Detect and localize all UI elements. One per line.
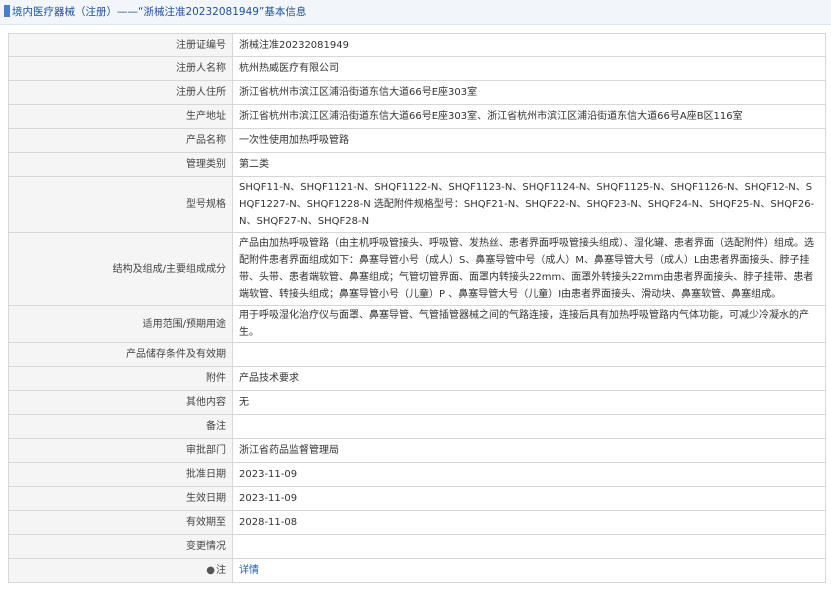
model-spec-value: SHQF11-N、SHQF1121-N、SHQF1122-N、SHQF1123-…	[232, 176, 826, 233]
row-label: 生效日期	[8, 486, 233, 511]
attachment-value: 产品技术要求	[232, 366, 826, 391]
table-row: 型号规格 SHQF11-N、SHQF1121-N、SHQF1122-N、SHQF…	[8, 176, 826, 233]
table-row: ●注 详情	[8, 558, 826, 583]
row-label: 管理类别	[8, 152, 233, 177]
pushpin-icon: ●	[206, 565, 215, 576]
approval-date-value: 2023-11-09	[232, 462, 826, 487]
row-label: 附件	[8, 366, 233, 391]
product-name-value: 一次性使用加热呼吸管路	[232, 128, 826, 153]
table-row: 结构及组成/主要组成成分 产品由加热呼吸管路（由主机呼吸管接头、呼吸管、发热丝、…	[8, 232, 826, 306]
table-row: 其他内容 无	[8, 390, 826, 415]
row-label: 审批部门	[8, 438, 233, 463]
row-label: 型号规格	[8, 176, 233, 233]
row-label: 批准日期	[8, 462, 233, 487]
table-row: 管理类别 第二类	[8, 152, 826, 177]
note-label-cell: ●注	[8, 558, 233, 583]
row-label: 注册人住所	[8, 80, 233, 105]
info-table-wrapper: 注册证编号 浙械注准20232081949 注册人名称 杭州热威医疗有限公司 注…	[8, 33, 826, 583]
table-row: 生产地址 浙江省杭州市滨江区浦沿街道东信大道66号E座303室、浙江省杭州市滨江…	[8, 104, 826, 129]
production-address-value: 浙江省杭州市滨江区浦沿街道东信大道66号E座303室、浙江省杭州市滨江区浦沿街道…	[232, 104, 826, 129]
table-row: 注册证编号 浙械注准20232081949	[8, 33, 826, 57]
row-label: 产品名称	[8, 128, 233, 153]
details-link[interactable]: 详情	[239, 565, 259, 576]
table-row: 生效日期 2023-11-09	[8, 486, 826, 511]
table-row: 注册人住所 浙江省杭州市滨江区浦沿街道东信大道66号E座303室	[8, 80, 826, 105]
page-header: 境内医疗器械（注册）——“浙械注准20232081949”基本信息	[0, 0, 831, 25]
management-class-value: 第二类	[232, 152, 826, 177]
row-label: 生产地址	[8, 104, 233, 129]
row-label: 有效期至	[8, 510, 233, 535]
change-info-value	[232, 534, 826, 559]
other-content-value: 无	[232, 390, 826, 415]
title-marker-icon	[4, 5, 10, 17]
table-row: 审批部门 浙江省药品监督管理局	[8, 438, 826, 463]
row-label: 结构及组成/主要组成成分	[8, 232, 233, 306]
registration-number-value: 浙械注准20232081949	[232, 33, 826, 57]
row-label: 注册证编号	[8, 33, 233, 57]
row-label: 其他内容	[8, 390, 233, 415]
table-row: 产品储存条件及有效期	[8, 342, 826, 367]
table-row: 有效期至 2028-11-08	[8, 510, 826, 535]
table-row: 变更情况	[8, 534, 826, 559]
structure-composition-value: 产品由加热呼吸管路（由主机呼吸管接头、呼吸管、发热丝、患者界面呼吸管接头组成）、…	[232, 232, 826, 306]
registrant-name-value: 杭州热威医疗有限公司	[232, 56, 826, 81]
row-label: 产品储存条件及有效期	[8, 342, 233, 367]
storage-validity-value	[232, 342, 826, 367]
registrant-address-value: 浙江省杭州市滨江区浦沿街道东信大道66号E座303室	[232, 80, 826, 105]
effective-date-value: 2023-11-09	[232, 486, 826, 511]
row-label: 适用范围/预期用途	[8, 305, 233, 343]
intended-use-value: 用于呼吸湿化治疗仪与面罩、鼻塞导管、气管插管器械之间的气路连接，连接后具有加热呼…	[232, 305, 826, 343]
table-row: 备注	[8, 414, 826, 439]
row-label: 注	[216, 565, 226, 576]
table-row: 批准日期 2023-11-09	[8, 462, 826, 487]
info-table: 注册证编号 浙械注准20232081949 注册人名称 杭州热威医疗有限公司 注…	[8, 33, 826, 583]
table-row: 适用范围/预期用途 用于呼吸湿化治疗仪与面罩、鼻塞导管、气管插管器械之间的气路连…	[8, 305, 826, 343]
table-row: 附件 产品技术要求	[8, 366, 826, 391]
table-row: 产品名称 一次性使用加热呼吸管路	[8, 128, 826, 153]
row-label: 变更情况	[8, 534, 233, 559]
remark-value	[232, 414, 826, 439]
valid-until-value: 2028-11-08	[232, 510, 826, 535]
approval-department-value: 浙江省药品监督管理局	[232, 438, 826, 463]
note-value-cell: 详情	[232, 558, 826, 583]
row-label: 备注	[8, 414, 233, 439]
table-row: 注册人名称 杭州热威医疗有限公司	[8, 56, 826, 81]
row-label: 注册人名称	[8, 56, 233, 81]
page-title: 境内医疗器械（注册）——“浙械注准20232081949”基本信息	[12, 6, 307, 18]
